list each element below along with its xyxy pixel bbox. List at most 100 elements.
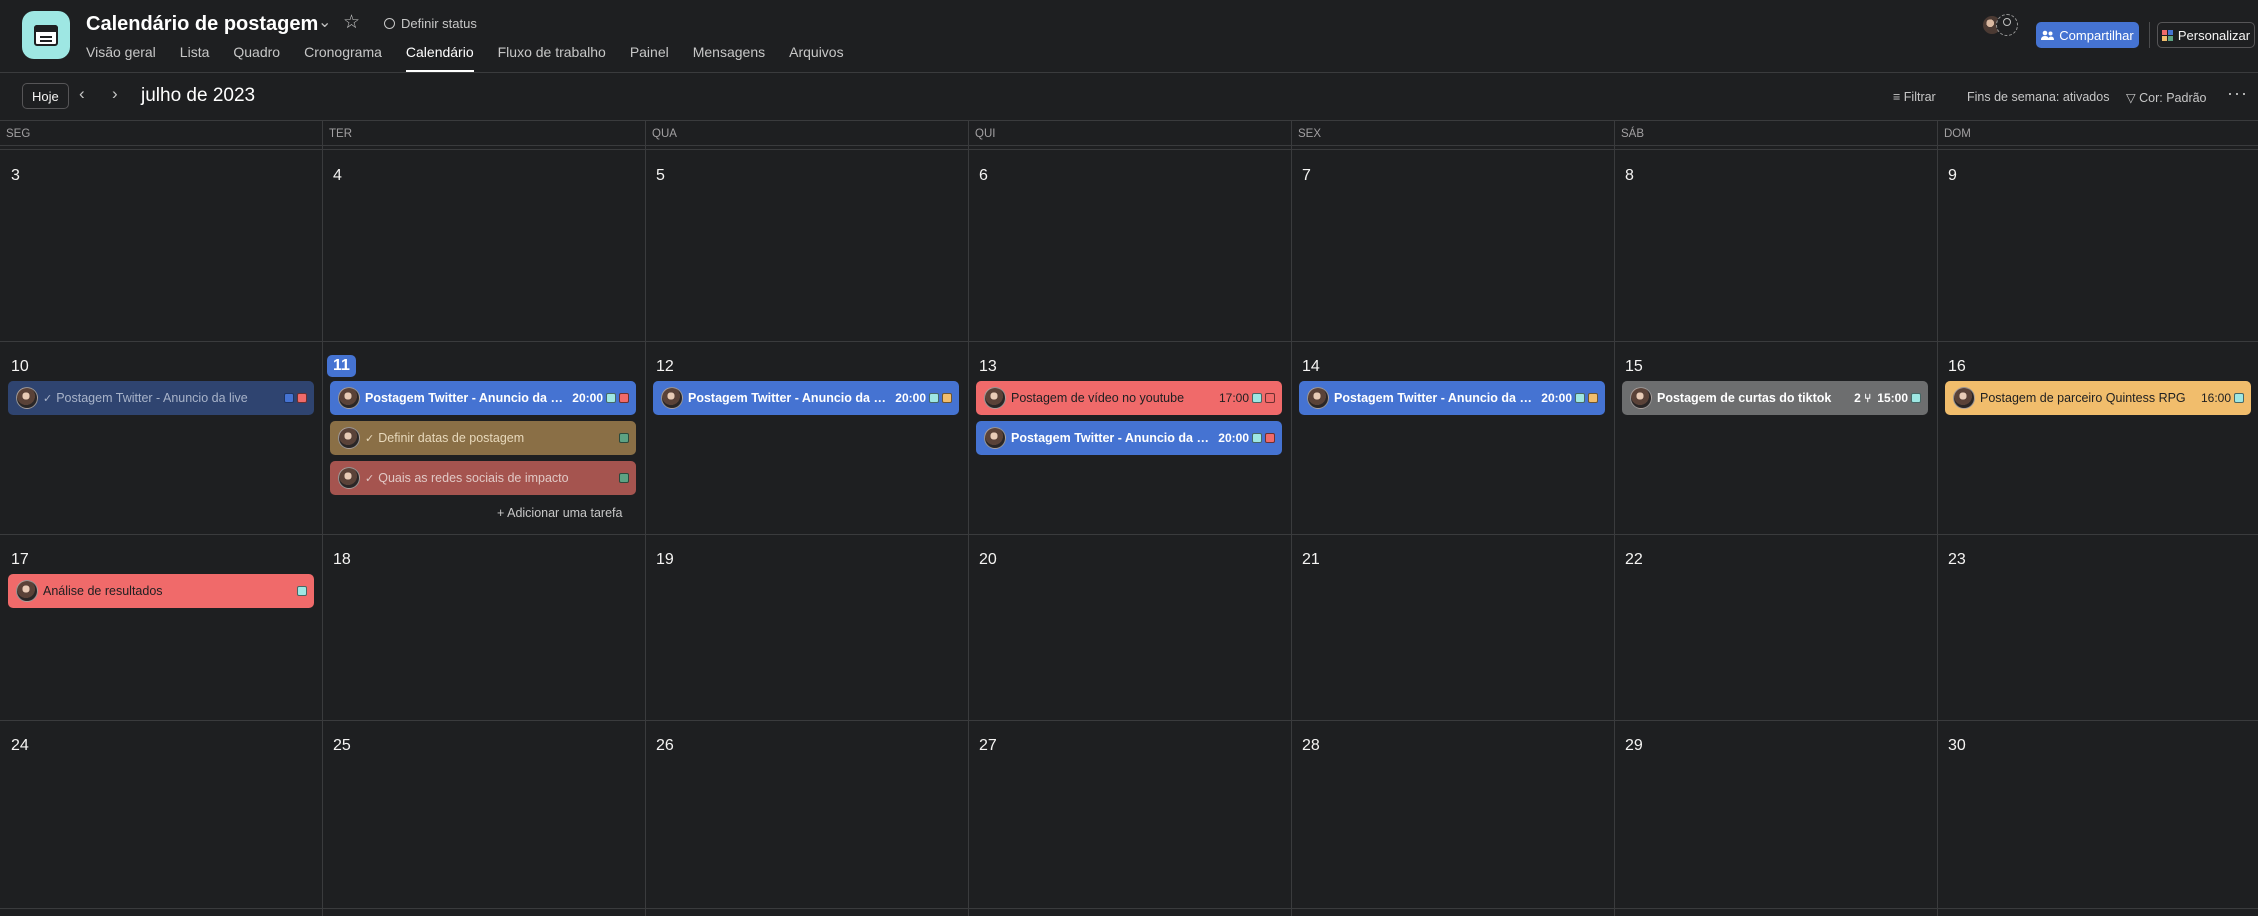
add-member-icon[interactable] [1996,14,2018,36]
chevron-down-icon[interactable]: ⌄ [318,12,331,32]
assignee-avatar[interactable] [338,467,360,489]
subtask-count: 2 ⑂ [1854,391,1872,405]
grid-row-line [0,720,2258,721]
completed-check-icon[interactable]: ✓ [43,392,52,405]
filter-button[interactable]: ≡ Filtrar [1893,90,1936,104]
add-task-button[interactable]: + Adicionar uma tarefa [497,506,622,520]
tag-color-square [284,393,294,403]
task-time: 20:00 [1541,391,1572,405]
task-card[interactable]: Postagem de curtas do tiktok 2 ⑂ 15:00 [1622,381,1928,415]
day-number: 17 [11,551,29,568]
task-card[interactable]: Postagem de vídeo no youtube 17:00 [976,381,1282,415]
grid-row-line [0,908,2258,909]
completed-check-icon[interactable]: ✓ [365,432,374,445]
day-number: 5 [656,167,665,184]
tag-color-square [942,393,952,403]
day-number: 24 [11,737,29,754]
tag-color-square [1252,393,1262,403]
weekday-separator [0,145,2258,150]
day-number: 12 [656,358,674,375]
color-button[interactable]: ▽ Cor: Padrão [2126,90,2207,105]
today-button[interactable]: Hoje [22,83,69,109]
set-status-label: Definir status [401,16,477,31]
tab-files[interactable]: Arquivos [789,44,843,72]
task-time: 20:00 [895,391,926,405]
grid-column-line [1937,121,1938,916]
task-name: Postagem Twitter - Anuncio da live [1334,391,1536,405]
share-button[interactable]: Compartilhar [2036,22,2139,48]
assignee-avatar[interactable] [1953,387,1975,409]
tag-color-square [297,393,307,403]
day-number: 29 [1625,737,1643,754]
task-card[interactable]: Postagem Twitter - Anuncio da live 20:00 [1299,381,1605,415]
assignee-avatar[interactable] [984,427,1006,449]
grid-column-line [1291,121,1292,916]
weekday-mon: SEG [6,128,31,140]
tag-color-square [619,473,629,483]
day-number: 7 [1302,167,1311,184]
tab-calendar[interactable]: Calendário [405,44,474,72]
task-name: Quais as redes sociais de impacto [378,471,569,485]
assignee-avatar[interactable] [338,427,360,449]
chevron-right-icon[interactable]: › [112,84,118,104]
task-card[interactable]: Postagem Twitter - Anuncio da live 20:00 [330,381,636,415]
tab-overview[interactable]: Visão geral [86,44,156,72]
task-name: Postagem Twitter - Anuncio da live [56,391,248,405]
star-icon[interactable]: ☆ [343,11,360,34]
task-card[interactable]: ✓ Definir datas de postagem [330,421,636,455]
tab-workflow[interactable]: Fluxo de trabalho [498,44,606,72]
customize-label: Personalizar [2177,27,2251,43]
project-title[interactable]: Calendário de postagem [86,13,318,36]
customize-button[interactable]: Personalizar [2157,22,2255,48]
task-card[interactable]: Postagem de parceiro Quintess RPG 16:00 [1945,381,2251,415]
tab-list[interactable]: Lista [180,44,210,72]
assignee-avatar[interactable] [16,580,38,602]
day-number: 19 [656,551,674,568]
task-card[interactable]: ✓ Postagem Twitter - Anuncio da live [8,381,314,415]
completed-check-icon[interactable]: ✓ [365,472,374,485]
task-name: Postagem Twitter - Anuncio da live [1011,431,1213,445]
task-card[interactable]: Postagem Twitter - Anuncio da live 20:00 [653,381,959,415]
assignee-avatar[interactable] [16,387,38,409]
day-number: 14 [1302,358,1320,375]
today-day-number: 11 [327,355,356,377]
assignee-avatar[interactable] [1307,387,1329,409]
weekday-header-row: SEG TER QUA QUI SEX SÁB DOM [0,121,2258,145]
day-number: 16 [1948,358,1966,375]
task-name: Postagem Twitter - Anuncio da live [688,391,890,405]
assignee-avatar[interactable] [1630,387,1652,409]
plus-icon: + [497,506,505,520]
task-card[interactable]: Postagem Twitter - Anuncio da live 20:00 [976,421,1282,455]
assignee-avatar[interactable] [338,387,360,409]
month-label: julho de 2023 [141,85,256,106]
weekends-toggle-button[interactable]: Fins de semana: ativados [1967,90,2109,104]
tag-color-square [929,393,939,403]
assignee-avatar[interactable] [661,387,683,409]
task-name: Postagem de curtas do tiktok [1657,391,1832,405]
task-card[interactable]: ✓ Quais as redes sociais de impacto [330,461,636,495]
tag-color-square [1265,393,1275,403]
tag-color-square [1575,393,1585,403]
tab-messages[interactable]: Mensagens [693,44,765,72]
day-number: 23 [1948,551,1966,568]
weekday-sun: DOM [1944,128,1971,140]
tag-color-square [619,433,629,443]
tab-timeline[interactable]: Cronograma [304,44,382,72]
tag-color-square [2234,393,2244,403]
day-number: 6 [979,167,988,184]
grid-column-line [322,121,323,916]
tab-dashboard[interactable]: Painel [630,44,669,72]
task-time: 16:00 [2200,391,2231,405]
tag-color-square [619,393,629,403]
chevron-left-icon[interactable]: ‹ [79,84,85,104]
day-number: 30 [1948,737,1966,754]
day-number: 10 [11,358,29,375]
task-name: Definir datas de postagem [378,431,525,445]
tab-board[interactable]: Quadro [233,44,280,72]
tag-color-square [606,393,616,403]
more-options-icon[interactable]: ··· [2227,83,2248,104]
assignee-avatar[interactable] [984,387,1006,409]
task-card[interactable]: Análise de resultados [8,574,314,608]
calendar-app-icon[interactable] [22,11,70,59]
set-status-button[interactable]: Definir status [384,16,477,31]
